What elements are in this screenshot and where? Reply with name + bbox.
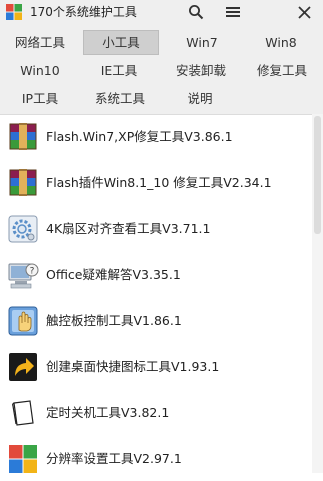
tab-install-uninstall[interactable]: 安装卸载 [164, 58, 238, 83]
tab-about[interactable]: 说明 [164, 86, 236, 111]
tab-repair-tools[interactable]: 修复工具 [245, 58, 319, 83]
winrar-box-icon [9, 169, 37, 196]
document-icon [12, 400, 34, 426]
tool-label: 创建桌面快捷图标工具V1.93.1 [46, 359, 220, 374]
tool-label: 触控板控制工具V1.86.1 [46, 313, 182, 328]
tab-ie-tools[interactable]: IE工具 [83, 58, 155, 83]
tab-win8[interactable]: Win8 [245, 30, 317, 55]
disk-gear-icon [8, 215, 38, 243]
list-item-office-troubleshoot[interactable]: ? Office疑难解答V3.35.1 [0, 253, 312, 297]
tab-small-tools[interactable]: 小工具 [83, 30, 159, 55]
windows-logo-icon [9, 445, 37, 473]
computer-question-icon: ? [8, 263, 39, 289]
window-title: 170个系统维护工具 [30, 5, 137, 19]
tool-label: 4K扇区对齐查看工具V3.71.1 [46, 221, 211, 236]
tab-network-tools[interactable]: 网络工具 [4, 30, 76, 55]
title-bar: 170个系统维护工具 [0, 0, 323, 24]
touch-hand-icon [8, 306, 38, 336]
list-item-flash-win7-xp[interactable]: Flash.Win7,XP修复工具V3.86.1 [0, 115, 312, 159]
tool-label: Flash.Win7,XP修复工具V3.86.1 [46, 129, 233, 144]
svg-text:?: ? [30, 267, 35, 277]
tab-system-tools[interactable]: 系统工具 [83, 86, 157, 111]
close-button[interactable] [289, 0, 319, 24]
list-item-4k-alignment[interactable]: 4K扇区对齐查看工具V3.71.1 [0, 207, 312, 251]
shortcut-arrow-icon [9, 353, 37, 381]
tool-label: 分辨率设置工具V2.97.1 [46, 451, 182, 466]
scrollbar-thumb[interactable] [314, 116, 321, 234]
winrar-box-icon [9, 123, 37, 150]
search-button[interactable] [181, 0, 211, 24]
tool-label: 定时关机工具V3.82.1 [46, 405, 170, 420]
tool-label: Office疑难解答V3.35.1 [46, 267, 181, 282]
menu-icon [226, 7, 240, 17]
tab-win7[interactable]: Win7 [166, 30, 238, 55]
app-logo-icon [6, 4, 22, 20]
menu-button[interactable] [218, 0, 248, 24]
tool-list: Flash.Win7,XP修复工具V3.86.1 Flash插件Win8.1_1… [0, 114, 323, 474]
tab-win10[interactable]: Win10 [4, 58, 76, 83]
tool-label: Flash插件Win8.1_10 修复工具V2.34.1 [46, 175, 272, 190]
list-item-flash-win8-10[interactable]: Flash插件Win8.1_10 修复工具V2.34.1 [0, 161, 312, 205]
list-item-touchpad-control[interactable]: 触控板控制工具V1.86.1 [0, 299, 312, 343]
list-item-scheduled-shutdown[interactable]: 定时关机工具V3.82.1 [0, 391, 312, 435]
scrollbar[interactable] [312, 114, 323, 473]
category-tabs: 网络工具 小工具 Win7 Win8 Win10 IE工具 安装卸载 修复工具 … [0, 24, 323, 114]
list-item-resolution-settings[interactable]: 分辨率设置工具V2.97.1 [0, 437, 312, 481]
search-icon [189, 5, 204, 20]
tab-ip-tools[interactable]: IP工具 [4, 86, 76, 111]
list-item-desktop-shortcut[interactable]: 创建桌面快捷图标工具V1.93.1 [0, 345, 312, 389]
close-icon [297, 5, 311, 19]
